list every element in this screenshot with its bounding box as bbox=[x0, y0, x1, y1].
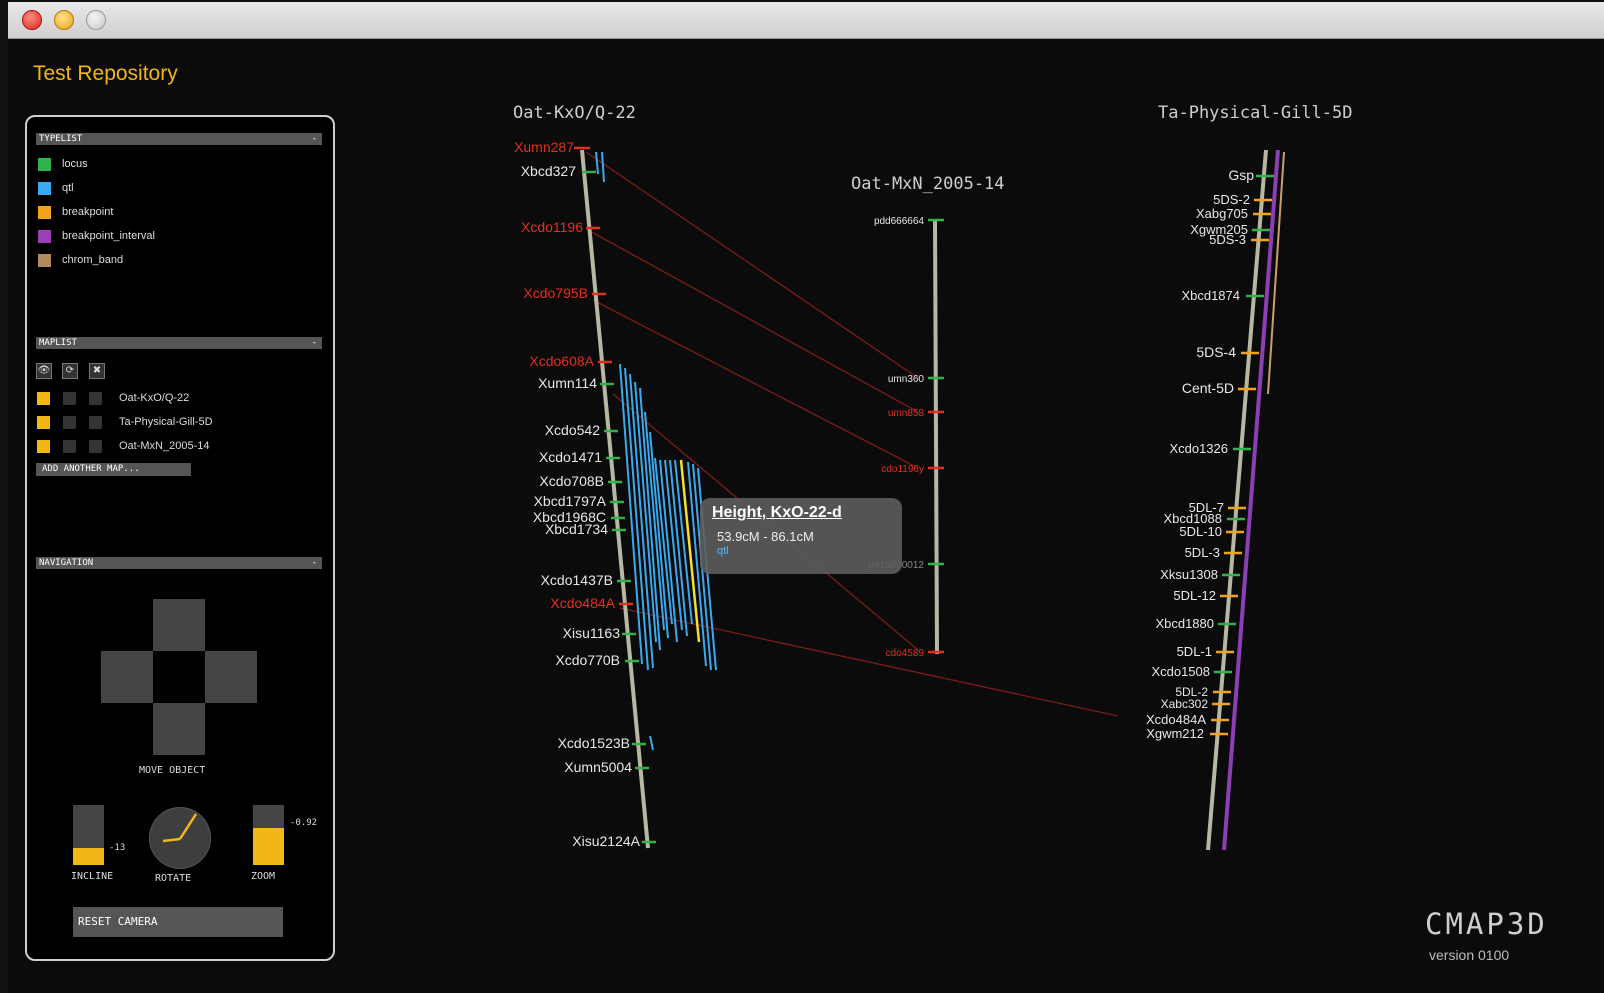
marker-label[interactable]: Xcdo1508 bbox=[1151, 664, 1210, 679]
marker-label[interactable]: Xisu1163 bbox=[563, 625, 621, 641]
marker-label[interactable]: Xabc302 bbox=[1161, 697, 1209, 711]
qtl-bar[interactable] bbox=[601, 151, 605, 183]
map-axis bbox=[933, 218, 939, 655]
marker-label[interactable]: Xbcd1734 bbox=[545, 521, 608, 537]
marker-label[interactable]: Xabg705 bbox=[1196, 206, 1248, 221]
cmap3d-logo: CMAP3D bbox=[1425, 907, 1548, 941]
map-title: Oat-KxO/Q-22 bbox=[513, 103, 636, 123]
marker-label[interactable]: Xcdo484A bbox=[1146, 712, 1206, 727]
version-label: version 0100 bbox=[1429, 947, 1510, 963]
marker-label[interactable]: Xcdo608A bbox=[529, 353, 594, 369]
marker-label[interactable]: Xgwm212 bbox=[1146, 726, 1204, 741]
map-middle[interactable]: Oat-MxN_2005-14 pdd666664 umn360 umn858 cdo… bbox=[851, 174, 1005, 659]
marker-label[interactable]: Xumn5004 bbox=[564, 759, 632, 775]
marker-label[interactable]: 5DL-12 bbox=[1173, 588, 1216, 603]
marker-label[interactable]: pdd666664 bbox=[874, 216, 924, 227]
marker-label[interactable]: Xisu2124A bbox=[572, 833, 640, 849]
marker-label[interactable]: Xcdo542 bbox=[545, 422, 600, 438]
marker-label[interactable]: 5DL-3 bbox=[1185, 545, 1220, 560]
marker-label[interactable]: Xcdo708B bbox=[539, 473, 604, 489]
marker-label[interactable]: Xcdo770B bbox=[555, 652, 620, 668]
marker-label[interactable]: Xcdo484A bbox=[550, 595, 615, 611]
marker-label[interactable]: 5DS-3 bbox=[1209, 232, 1246, 247]
marker-label[interactable]: Xksu1308 bbox=[1160, 567, 1218, 582]
marker-label[interactable]: 5DS-2 bbox=[1213, 192, 1250, 207]
tooltip-title: Height, KxO-22-d bbox=[712, 504, 842, 521]
marker-label[interactable]: 5DL-1 bbox=[1177, 644, 1212, 659]
correspondence-line bbox=[619, 607, 1119, 717]
tooltip-type: qtl bbox=[717, 545, 729, 557]
marker-label[interactable]: Xumn114 bbox=[538, 375, 597, 391]
marker-label[interactable]: Xcdo795B bbox=[523, 285, 588, 301]
map-right[interactable]: Ta-Physical-Gill-5D Gsp 5DS-2Xabg705 Xgwm2… bbox=[1146, 103, 1352, 851]
marker-label[interactable]: cdo4589 bbox=[886, 648, 925, 659]
marker-label[interactable]: 5DL-10 bbox=[1179, 524, 1222, 539]
marker-label[interactable]: Xbcd1797A bbox=[534, 493, 607, 509]
marker-label[interactable]: Xbcd1880 bbox=[1155, 616, 1214, 631]
marker-label[interactable]: Xbcd1874 bbox=[1181, 288, 1240, 303]
correspondence-line bbox=[592, 299, 919, 469]
qtl-bar[interactable] bbox=[595, 151, 599, 175]
map-left[interactable]: Oat-KxO/Q-22 Xumn287 Xbcd327 Xcdo1196 Xcdo7… bbox=[513, 103, 656, 849]
correspondence-lines bbox=[585, 151, 1119, 717]
marker-label[interactable]: Xcdo1437B bbox=[541, 572, 613, 588]
app-window: Test Repository TYPELIST - locus qtl bre… bbox=[8, 2, 1604, 993]
correspondence-line bbox=[587, 229, 919, 413]
marker-label[interactable]: cdo1196y bbox=[881, 464, 924, 475]
qtl-bar[interactable] bbox=[649, 735, 654, 751]
marker-label[interactable]: Xcdo1326 bbox=[1169, 441, 1228, 456]
marker-label[interactable]: Xcdo1523B bbox=[558, 735, 630, 751]
marker-label[interactable]: Cent-5D bbox=[1182, 380, 1234, 396]
marker-label[interactable]: 5DS-4 bbox=[1196, 344, 1236, 360]
qtl-bar[interactable] bbox=[654, 457, 673, 625]
marker-label[interactable]: umn360 bbox=[888, 374, 925, 385]
breakpoint-interval-bar bbox=[1222, 149, 1280, 851]
marker-label[interactable]: umn858 bbox=[888, 408, 925, 419]
map-title: Oat-MxN_2005-14 bbox=[851, 174, 1005, 194]
feature-tooltip: Height, KxO-22-d 53.9cM - 86.1cM qtl bbox=[700, 498, 902, 574]
marker-label[interactable]: Xumn287 bbox=[514, 139, 574, 155]
marker-label[interactable]: Gsp bbox=[1228, 167, 1254, 183]
marker-label[interactable]: Xcdo1471 bbox=[539, 449, 602, 465]
marker-label[interactable]: Xbcd327 bbox=[521, 163, 576, 179]
marker-label[interactable]: Xcdo1196 bbox=[521, 219, 583, 235]
map-title: Ta-Physical-Gill-5D bbox=[1158, 103, 1352, 123]
tooltip-range: 53.9cM - 86.1cM bbox=[717, 529, 814, 544]
